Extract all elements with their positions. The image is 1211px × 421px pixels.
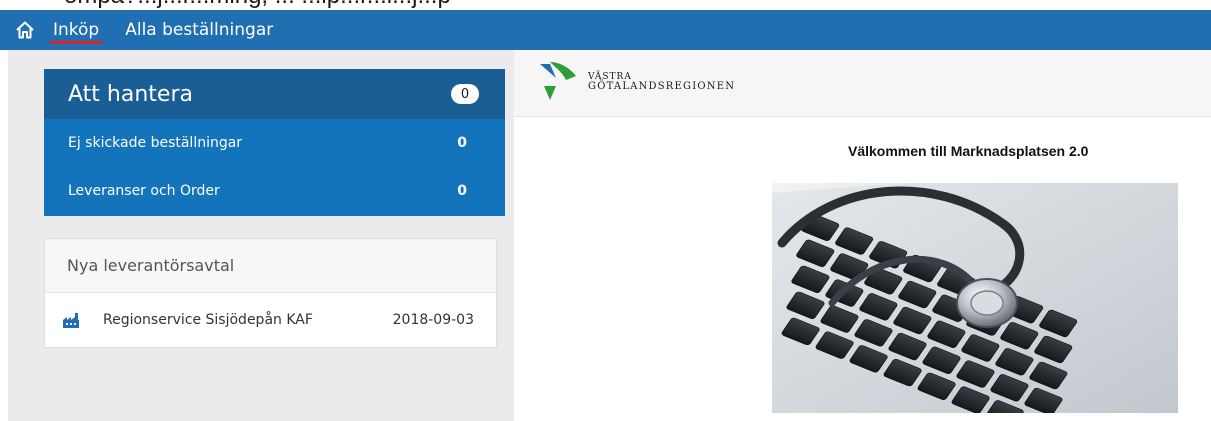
- factory-icon: [63, 313, 79, 328]
- nav-tab-alla-bestallningar[interactable]: Alla beställningar: [122, 10, 276, 50]
- contract-name: Regionservice Sisjödepån KAF: [103, 312, 313, 328]
- contracts-card: Nya leverantörsavtal Regionservice Sisjö…: [44, 238, 497, 348]
- laptop-keyboard-illustration: [772, 183, 1178, 413]
- task-label: Leveranser och Order: [68, 183, 220, 199]
- brand-header: VÄSTRA GÖTALANDSREGIONEN: [514, 50, 1211, 117]
- cutoff-header-text: ompa?...j...r...ming, ... ...ip...r...l.…: [0, 0, 1211, 10]
- home-icon: [16, 21, 34, 39]
- task-label: Ej skickade beställningar: [68, 135, 243, 151]
- main-content: VÄSTRA GÖTALANDSREGIONEN Välkommen till …: [514, 50, 1211, 421]
- tasks-card: Att hantera 0 Ej skickade beställningar …: [44, 69, 505, 216]
- task-row-ej-skickade[interactable]: Ej skickade beställningar 0: [44, 119, 505, 167]
- vgr-logo-icon: [540, 62, 576, 100]
- laptop-stethoscope-photo: [772, 183, 1178, 413]
- task-count: 0: [457, 135, 467, 151]
- tasks-title: Att hantera: [68, 81, 193, 107]
- contract-date: 2018-09-03: [392, 312, 474, 328]
- contract-row[interactable]: Regionservice Sisjödepån KAF 2018-09-03: [45, 293, 496, 347]
- left-panel: Att hantera 0 Ej skickade beställningar …: [8, 50, 514, 421]
- contracts-title: Nya leverantörsavtal: [45, 239, 496, 293]
- brand-name: VÄSTRA GÖTALANDSREGIONEN: [588, 72, 736, 93]
- welcome-heading: Välkommen till Marknadsplatsen 2.0: [848, 143, 1089, 159]
- nav-tab-inkop[interactable]: Inköp: [50, 10, 103, 50]
- home-button[interactable]: [0, 10, 50, 50]
- task-row-leveranser[interactable]: Leveranser och Order 0: [44, 167, 505, 215]
- top-nav-bar: Inköp Alla beställningar: [0, 10, 1211, 50]
- task-count: 0: [457, 183, 467, 199]
- tasks-header: Att hantera 0: [44, 69, 505, 119]
- tasks-count-badge: 0: [451, 84, 479, 104]
